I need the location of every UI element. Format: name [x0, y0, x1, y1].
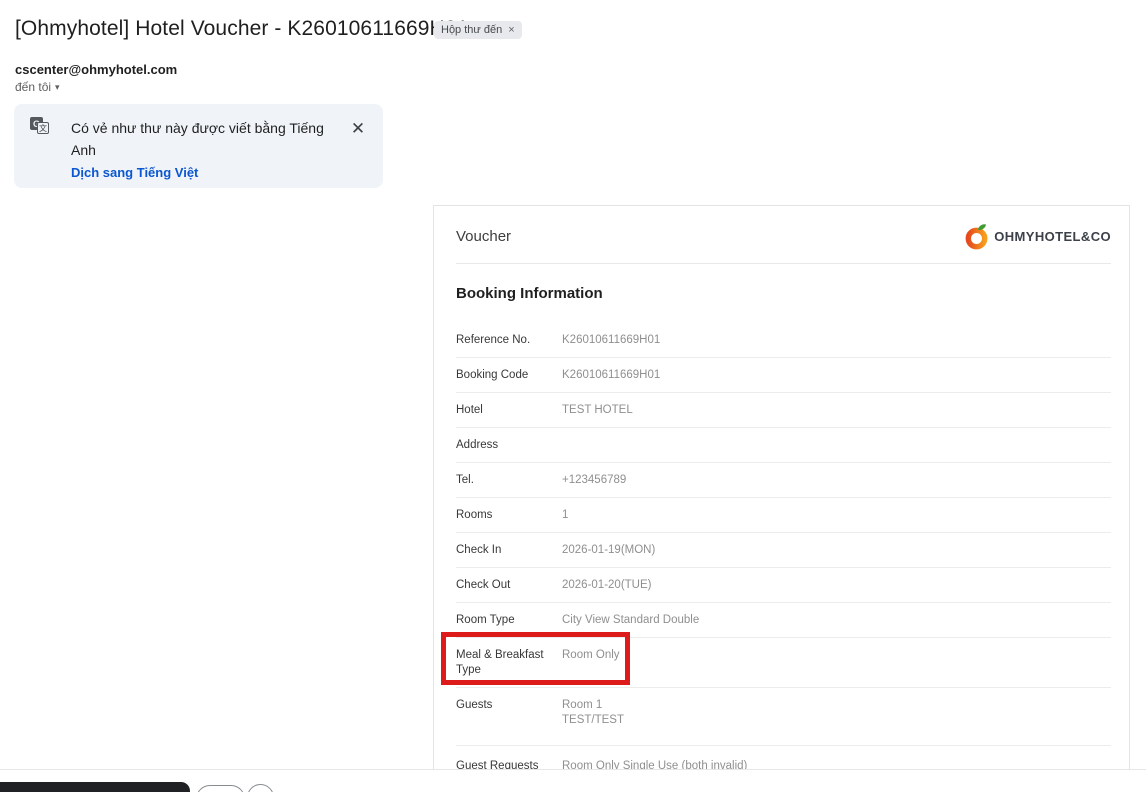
row-label: Guest Requests — [456, 760, 539, 769]
translate-action-link[interactable]: Dịch sang Tiếng Việt — [71, 165, 198, 180]
row-value: Room Only Single Use (both invalid) — [562, 760, 748, 769]
row-value: Room 1 TEST/TEST — [562, 699, 624, 726]
voucher-card: Voucher OHMYHOTEL&CO Booking Information… — [433, 205, 1130, 769]
table-row: Hotel TEST HOTEL — [456, 393, 1111, 428]
row-value: 2026-01-19(MON) — [562, 544, 656, 556]
table-row: Guests Room 1 TEST/TEST — [456, 688, 1111, 746]
inbox-label-chip[interactable]: Hộp thư đến × — [434, 21, 522, 39]
row-label: Meal & Breakfast Type — [456, 649, 544, 676]
table-row: Tel. +123456789 — [456, 463, 1111, 498]
sender-email[interactable]: cscenter@ohmyhotel.com — [15, 62, 177, 77]
row-value: K26010611669H01 — [562, 369, 661, 381]
brand-logo: OHMYHOTEL&CO — [965, 223, 1111, 250]
row-value: +123456789 — [562, 474, 627, 486]
table-row: Room Type City View Standard Double — [456, 603, 1111, 638]
recipient-details-toggle[interactable]: đến tôi ▾ — [15, 80, 60, 94]
row-label: Check In — [456, 544, 502, 556]
row-label: Guests — [456, 699, 493, 711]
row-label: Check Out — [456, 579, 511, 591]
chevron-down-icon: ▾ — [55, 81, 60, 92]
inbox-label-text: Hộp thư đến — [441, 24, 503, 36]
row-label: Booking Code — [456, 369, 529, 381]
banner-close-icon[interactable]: ✕ — [347, 118, 369, 140]
translate-banner-message: Có vẻ như thư này được viết bằng Tiếng A… — [71, 120, 324, 158]
row-value: K26010611669H01 — [562, 334, 661, 346]
reply-button[interactable] — [196, 785, 245, 792]
row-label: Rooms — [456, 509, 493, 521]
row-value: 1 — [562, 509, 569, 521]
emoji-reaction-button[interactable] — [247, 784, 274, 792]
table-row: Check In 2026-01-19(MON) — [456, 533, 1111, 568]
voucher-title: Voucher — [456, 228, 512, 245]
table-row: Guest Requests Room Only Single Use (bot… — [456, 746, 1111, 769]
table-row: Booking Code K26010611669H01 — [456, 358, 1111, 393]
booking-information-title: Booking Information — [456, 285, 603, 302]
chip-close-icon[interactable]: × — [508, 24, 514, 36]
table-row-meal-breakfast: Meal & Breakfast Type Room Only — [456, 638, 1111, 688]
brand-name: OHMYHOTEL&CO — [994, 229, 1111, 244]
row-value: TEST HOTEL — [562, 404, 633, 416]
table-row: Check Out 2026-01-20(TUE) — [456, 568, 1111, 603]
row-value: 2026-01-20(TUE) — [562, 579, 652, 591]
message-bottom-divider — [0, 769, 1146, 770]
email-subject: [Ohmyhotel] Hotel Voucher - K26010611669… — [15, 17, 469, 40]
row-label: Hotel — [456, 404, 483, 416]
translate-banner: G 文 Có vẻ như thư này được viết bằng Tiế… — [14, 104, 383, 188]
table-row: Address — [456, 428, 1111, 463]
voucher-card-header: Voucher OHMYHOTEL&CO — [456, 206, 1111, 264]
orange-ring-leaf-icon — [965, 224, 988, 250]
translate-icon-char: 文 — [37, 122, 49, 134]
to-me-label: đến tôi — [15, 80, 52, 94]
table-row: Reference No. K26010611669H01 — [456, 323, 1111, 358]
gmail-message-view: [Ohmyhotel] Hotel Voucher - K26010611669… — [0, 0, 1146, 792]
google-translate-icon: G 文 — [30, 117, 50, 135]
row-label: Tel. — [456, 474, 474, 486]
row-label: Room Type — [456, 614, 515, 626]
row-value: City View Standard Double — [562, 614, 700, 626]
row-label: Reference No. — [456, 334, 531, 346]
table-row: Rooms 1 — [456, 498, 1111, 533]
booking-table: Reference No. K26010611669H01 Booking Co… — [456, 323, 1111, 769]
row-label: Address — [456, 439, 499, 451]
tooltip-bar — [0, 782, 190, 792]
row-value: Room Only — [562, 649, 620, 661]
